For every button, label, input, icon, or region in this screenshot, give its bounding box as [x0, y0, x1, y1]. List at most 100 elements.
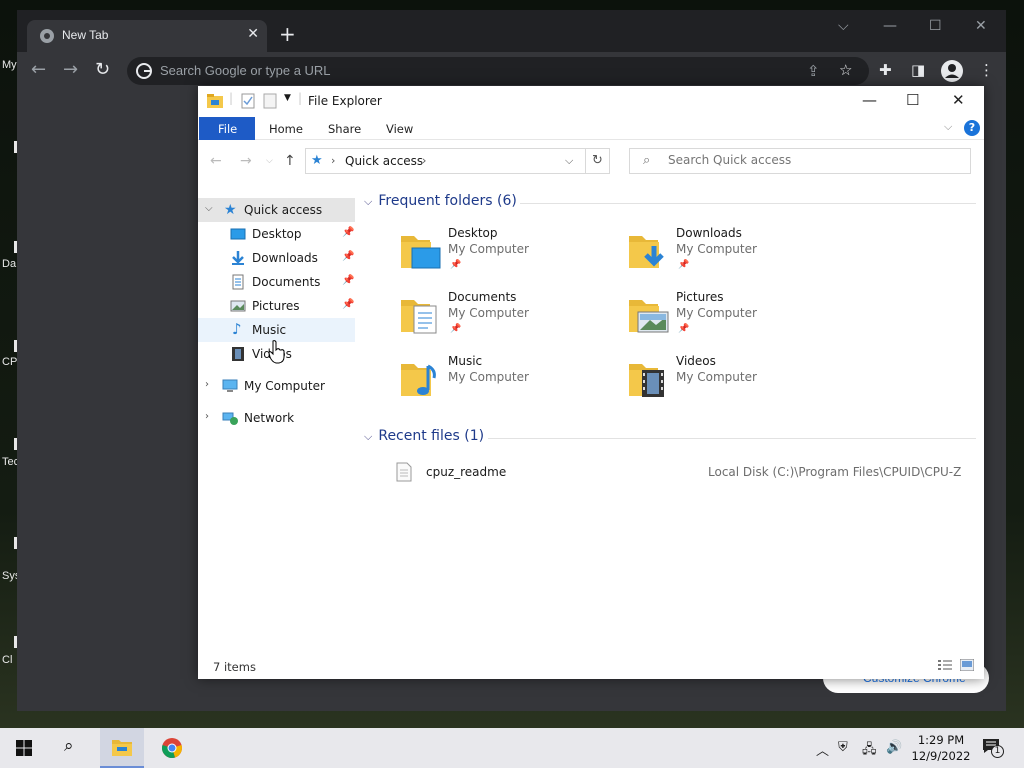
explorer-minimize-icon[interactable]: —	[862, 91, 877, 109]
minimize-icon[interactable]: —	[883, 18, 897, 34]
search-input[interactable]	[668, 153, 958, 167]
address-bar[interactable]: ★ › Quick access › ⌵	[305, 148, 586, 174]
properties-icon[interactable]	[241, 93, 255, 109]
folder-tile-documents[interactable]: Documents My Computer 📌	[400, 290, 620, 344]
frequent-folders-header[interactable]: ⌵ Frequent folders (6)	[364, 193, 517, 209]
explorer-maximize-icon[interactable]: ☐	[906, 91, 919, 109]
extensions-icon[interactable]: ✚	[879, 61, 892, 79]
bookmark-star-icon[interactable]: ☆	[839, 61, 852, 79]
quick-access-toolbar-dropdown-icon[interactable]: ▼	[284, 93, 291, 103]
pictures-folder-icon	[629, 300, 669, 333]
expand-chevron-icon[interactable]: ›	[205, 411, 209, 422]
nav-item-pictures[interactable]: Pictures 📌	[198, 294, 355, 318]
recent-file-row[interactable]: cpuz_readme Local Disk (C:)\Program File…	[396, 462, 961, 484]
expand-chevron-icon[interactable]: ›	[205, 379, 209, 390]
show-hidden-icons-chevron-icon[interactable]: ︿	[816, 740, 829, 759]
chrome-menu-icon[interactable]: ⋮	[979, 61, 994, 79]
forward-icon[interactable]: →	[63, 60, 78, 80]
ribbon-tab-home[interactable]: Home	[269, 122, 303, 136]
collapse-chevron-icon: ⌵	[364, 195, 373, 208]
explorer-close-icon[interactable]: ✕	[952, 91, 965, 109]
folder-name: Music	[448, 354, 483, 368]
chrome-tab-new-tab[interactable]: New Tab ✕	[27, 20, 267, 52]
desktop-label[interactable]: Da	[2, 258, 16, 270]
security-icon[interactable]: ⛨	[838, 740, 848, 755]
taskbar-file-explorer[interactable]	[100, 728, 144, 768]
action-center-button[interactable]: 1	[982, 738, 1004, 758]
text-file-icon	[396, 462, 412, 482]
recent-locations-icon[interactable]: ⌵	[266, 156, 273, 166]
close-window-icon[interactable]: ✕	[975, 18, 987, 34]
search-box[interactable]: ⌕	[629, 148, 971, 174]
new-folder-icon[interactable]	[263, 93, 277, 109]
breadcrumb-chevron-icon[interactable]: ›	[331, 154, 335, 167]
notification-count-badge: 1	[991, 745, 1004, 758]
forward-icon[interactable]: →	[240, 153, 252, 169]
side-panel-icon[interactable]: ◨	[911, 61, 925, 79]
share-icon[interactable]: ⇪	[807, 62, 820, 80]
nav-item-label: Quick access	[244, 203, 323, 217]
address-dropdown-icon[interactable]: ⌵	[565, 154, 573, 168]
nav-item-music[interactable]: ♪ Music	[198, 318, 355, 342]
pin-icon: 📌	[342, 299, 355, 310]
folder-tile-videos[interactable]: Videos My Computer	[628, 354, 848, 408]
music-note-icon: ♪	[232, 320, 242, 338]
refresh-button[interactable]: ↻	[586, 148, 610, 174]
start-button[interactable]	[2, 728, 46, 768]
nav-item-quick-access[interactable]: ⌵ ★ Quick access	[198, 198, 355, 222]
new-tab-button[interactable]: +	[279, 24, 296, 44]
expand-ribbon-icon[interactable]: ⌵	[944, 120, 952, 134]
close-tab-icon[interactable]: ✕	[247, 26, 259, 42]
breadcrumb-chevron-icon[interactable]: ›	[422, 154, 426, 167]
ribbon-tab-view[interactable]: View	[386, 122, 413, 136]
desktop-folder-icon	[230, 228, 246, 240]
clock-time: 1:29 PM	[917, 733, 965, 747]
window-title: File Explorer	[308, 94, 382, 108]
nav-item-documents[interactable]: Documents 📌	[198, 270, 355, 294]
details-view-icon[interactable]	[938, 659, 952, 671]
omnibox[interactable]: Search Google or type a URL ⇪ ☆	[127, 57, 869, 85]
breadcrumb-quick-access[interactable]: Quick access	[345, 154, 423, 168]
taskbar-chrome[interactable]	[150, 728, 194, 768]
volume-icon[interactable]: 🔊	[886, 740, 902, 755]
back-icon[interactable]: ←	[31, 60, 46, 80]
folder-name: Videos	[676, 354, 716, 368]
desktop-label[interactable]: Cl	[2, 654, 12, 666]
quick-access-star-icon: ★	[311, 153, 323, 168]
clock-date: 12/9/2022	[911, 749, 971, 763]
ribbon-tab-share[interactable]: Share	[328, 122, 361, 136]
folder-name: Pictures	[676, 290, 724, 304]
network-tray-icon[interactable]: 🖧	[862, 740, 877, 762]
profile-avatar-icon[interactable]	[941, 60, 963, 82]
tab-search-icon[interactable]: ⌵	[838, 18, 849, 34]
back-icon[interactable]: ←	[210, 153, 222, 169]
folder-location: My Computer	[448, 370, 529, 384]
folder-name: Desktop	[448, 226, 498, 240]
pin-icon: 📌	[342, 275, 355, 286]
desktop-label[interactable]: My	[2, 59, 17, 71]
folder-tile-pictures[interactable]: Pictures My Computer 📌	[628, 290, 848, 344]
explorer-title-bar: | ▼ | File Explorer — ☐ ✕	[198, 86, 984, 116]
folder-tile-desktop[interactable]: Desktop My Computer 📌	[400, 226, 620, 280]
reload-icon[interactable]: ↻	[95, 60, 110, 80]
desktop-label[interactable]: CP	[2, 356, 17, 368]
up-icon[interactable]: ↑	[284, 153, 296, 169]
maximize-icon[interactable]: ☐	[929, 18, 942, 34]
nav-item-desktop[interactable]: Desktop 📌	[198, 222, 355, 246]
nav-item-label: Desktop	[252, 227, 302, 241]
help-icon[interactable]: ?	[964, 120, 980, 136]
collapse-chevron-icon[interactable]: ⌵	[205, 203, 213, 214]
folder-tile-downloads[interactable]: Downloads My Computer 📌	[628, 226, 848, 280]
search-taskbar-button[interactable]: ⌕	[50, 728, 94, 768]
large-icons-view-icon[interactable]	[960, 659, 974, 671]
nav-item-my-computer[interactable]: › My Computer	[198, 374, 355, 398]
nav-item-downloads[interactable]: Downloads 📌	[198, 246, 355, 270]
system-clock[interactable]: 1:29 PM 12/9/2022	[910, 732, 972, 764]
folder-tile-music[interactable]: Music My Computer	[400, 354, 620, 408]
address-bar-row: ← → ⌵ ↑ ★ › Quick access › ⌵ ↻ ⌕	[198, 141, 984, 181]
recent-file-name: cpuz_readme	[426, 465, 507, 479]
recent-files-header[interactable]: ⌵ Recent files (1)	[364, 428, 484, 444]
ribbon-tab-file[interactable]: File	[199, 117, 255, 140]
desktop-folder-icon	[401, 236, 441, 269]
nav-item-network[interactable]: › Network	[198, 406, 355, 430]
